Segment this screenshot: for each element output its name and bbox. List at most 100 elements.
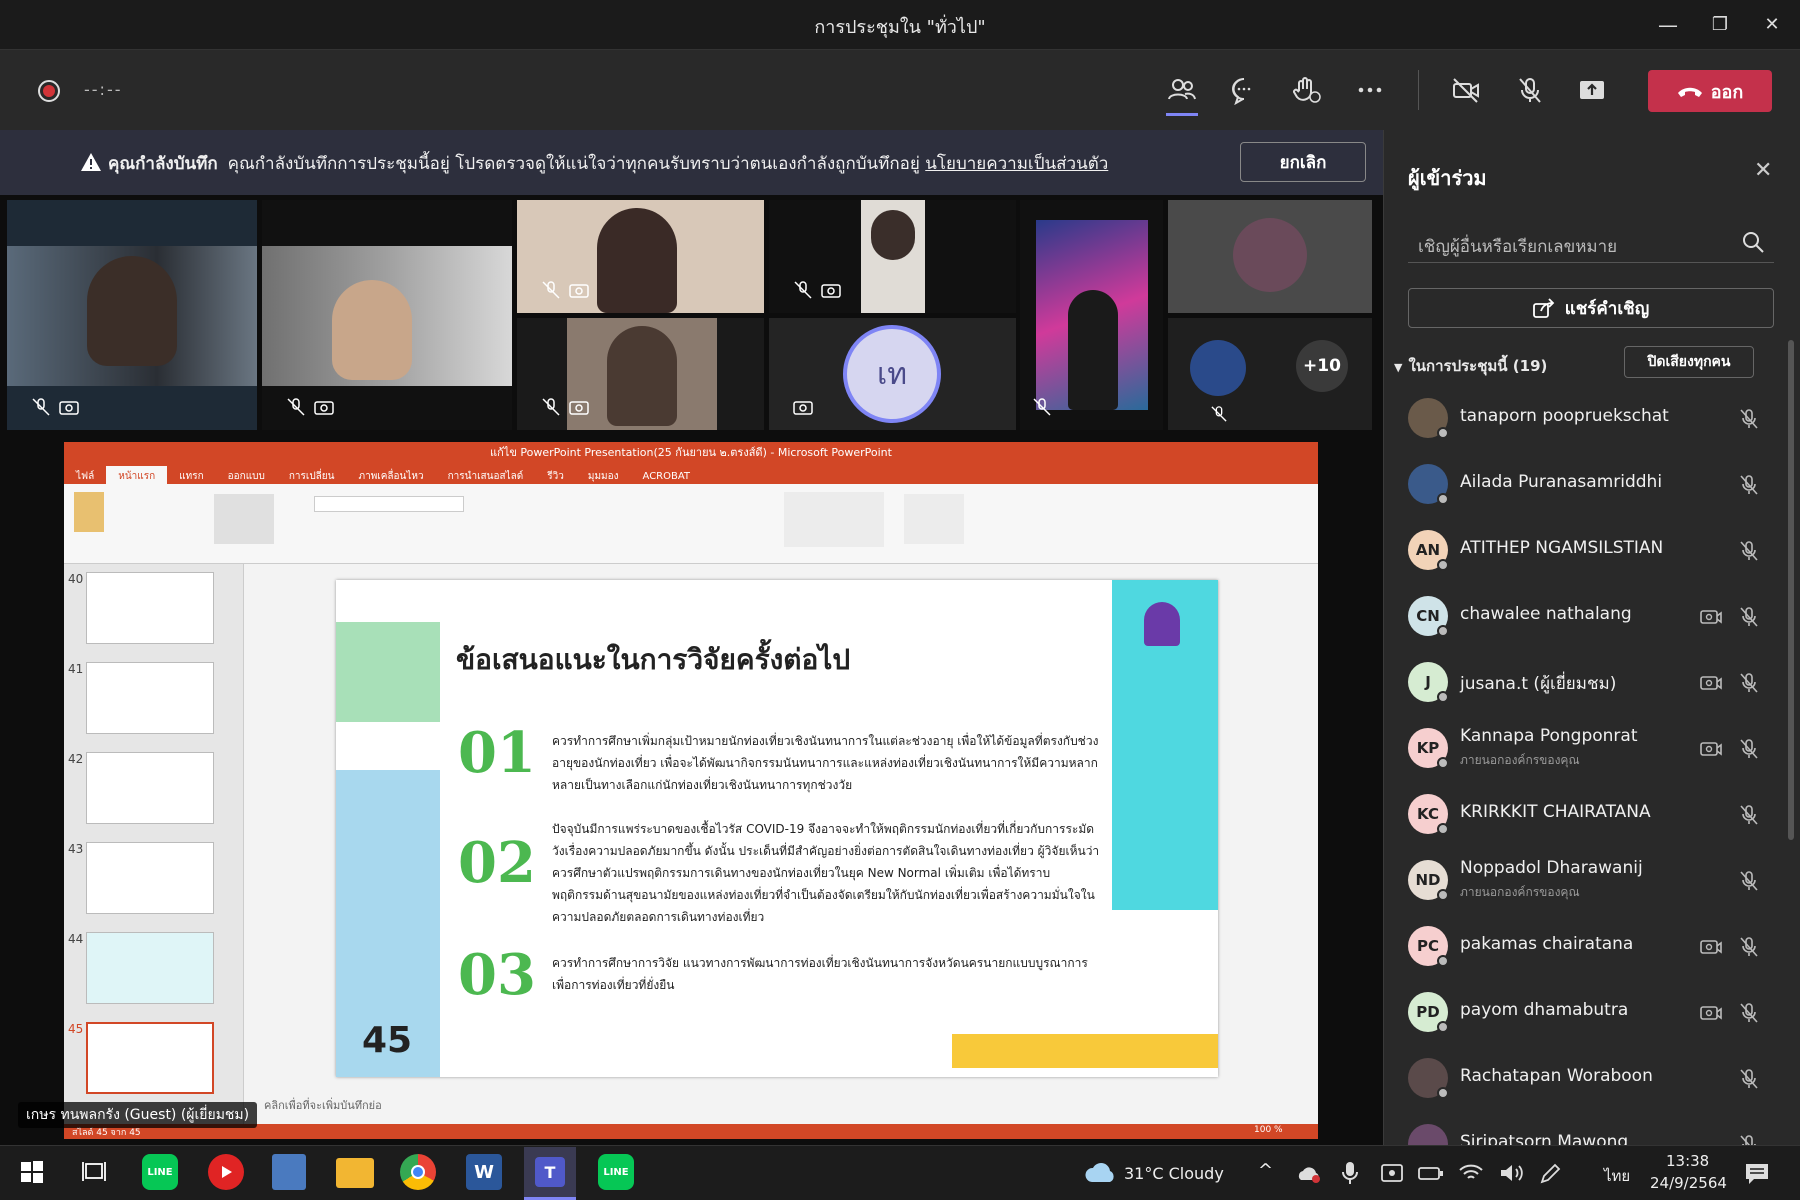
muted-mic-icon[interactable] xyxy=(1738,936,1760,958)
cloud-icon xyxy=(1085,1163,1114,1182)
avatar xyxy=(1408,398,1449,439)
onedrive-icon[interactable] xyxy=(1296,1164,1322,1184)
pinned-video-icon xyxy=(569,284,589,298)
participant-name: chawalee nathalang xyxy=(1460,604,1632,624)
muted-mic-icon[interactable] xyxy=(1738,1068,1760,1090)
video-tile[interactable] xyxy=(769,200,1016,313)
wifi-icon[interactable] xyxy=(1458,1162,1484,1184)
participant-row[interactable]: KC KRIRKKIT CHAIRATANA xyxy=(1408,788,1768,844)
more-options-button[interactable] xyxy=(1348,70,1392,110)
video-tile[interactable] xyxy=(517,200,764,313)
video-tile[interactable] xyxy=(1020,200,1163,430)
security-icon[interactable] xyxy=(1380,1162,1404,1184)
panel-scrollbar[interactable] xyxy=(1788,340,1794,840)
line-app-icon[interactable]: LINE xyxy=(598,1154,634,1190)
presence-status-icon xyxy=(1437,757,1449,769)
pen-icon[interactable] xyxy=(1538,1162,1562,1186)
muted-mic-icon[interactable] xyxy=(1738,540,1760,562)
presence-status-icon xyxy=(1437,889,1449,901)
weather-widget[interactable]: 31°C Cloudy xyxy=(1124,1164,1224,1183)
video-tile[interactable] xyxy=(262,200,512,430)
muted-mic-icon[interactable] xyxy=(1738,738,1760,760)
shared-screen[interactable]: แก้ไข PowerPoint Presentation(25 กันยายน… xyxy=(64,442,1318,1139)
start-button[interactable] xyxy=(12,1152,52,1192)
slide-thumbnail[interactable] xyxy=(86,572,214,644)
slide-thumbnail[interactable] xyxy=(86,752,214,824)
chat-button[interactable] xyxy=(1222,70,1266,110)
video-tile[interactable] xyxy=(517,318,764,430)
muted-mic-icon[interactable] xyxy=(1738,804,1760,826)
cancel-recording-button[interactable]: ยกเลิก xyxy=(1240,142,1366,182)
muted-mic-icon[interactable] xyxy=(1738,606,1760,628)
muted-mic-icon[interactable] xyxy=(1738,408,1760,430)
battery-icon[interactable] xyxy=(1418,1164,1444,1182)
overflow-tile[interactable]: +10 xyxy=(1270,318,1372,430)
slide-thumbnail[interactable] xyxy=(86,842,214,914)
reactions-button[interactable] xyxy=(1284,70,1328,110)
participant-row[interactable]: CN chawalee nathalang xyxy=(1408,590,1768,646)
recording-banner: คุณกำลังบันทึก คุณกำลังบันทึกการประชุมนี้… xyxy=(0,130,1383,195)
search-icon[interactable] xyxy=(1741,230,1765,254)
avatar-tile[interactable] xyxy=(1168,200,1372,313)
slide-thumbnail-active[interactable] xyxy=(86,1022,214,1094)
participant-row[interactable]: Rachatapan Woraboon xyxy=(1408,1052,1768,1108)
microphone-tray-icon[interactable] xyxy=(1340,1160,1360,1186)
file-explorer-icon[interactable] xyxy=(336,1158,374,1188)
initials-tile[interactable]: เท xyxy=(769,318,1016,430)
muted-mic-icon[interactable] xyxy=(1738,474,1760,496)
in-meeting-header[interactable]: ▼ ในการประชุมนี้ (19) xyxy=(1394,354,1547,378)
video-tile[interactable] xyxy=(7,200,257,430)
participant-row[interactable]: ND Noppadol Dharawanij ภายนอกองค์กรของคุณ xyxy=(1408,854,1768,910)
minimize-button[interactable]: — xyxy=(1648,10,1688,40)
chevron-down-icon: ▼ xyxy=(1394,361,1403,374)
task-view-button[interactable] xyxy=(74,1152,114,1192)
item-number: 03 xyxy=(458,942,536,1008)
restore-button[interactable]: ❐ xyxy=(1700,10,1740,40)
participant-name: Ailada Puranasamriddhi xyxy=(1460,472,1663,492)
leave-button[interactable]: ออก xyxy=(1648,70,1772,112)
mic-toggle-button[interactable] xyxy=(1508,70,1552,110)
avatar-tile[interactable] xyxy=(1168,318,1270,430)
slide-thumbnail[interactable] xyxy=(86,932,214,1004)
muted-mic-icon[interactable] xyxy=(1738,870,1760,892)
thumb-number: 44 xyxy=(68,932,84,946)
clock-time[interactable]: 13:38 xyxy=(1666,1152,1709,1170)
calculator-icon[interactable] xyxy=(272,1154,306,1190)
participant-row[interactable]: tanaporn poopruekschat xyxy=(1408,392,1768,448)
meeting-timer: --:-- xyxy=(84,80,123,99)
volume-icon[interactable] xyxy=(1498,1162,1524,1184)
close-window-button[interactable]: ✕ xyxy=(1752,10,1792,40)
participant-row[interactable]: PC pakamas chairatana xyxy=(1408,920,1768,976)
presence-status-icon xyxy=(1437,493,1449,505)
recording-heading: คุณกำลังบันทึก xyxy=(108,154,218,174)
media-player-icon[interactable] xyxy=(208,1154,244,1190)
participant-row[interactable]: PD payom dhamabutra xyxy=(1408,986,1768,1042)
clock-date[interactable]: 24/9/2564 xyxy=(1650,1174,1727,1192)
more-icon xyxy=(1358,87,1382,93)
muted-mic-icon[interactable] xyxy=(1738,1002,1760,1024)
invite-search-input[interactable]: เชิญผู้อื่นหรือเรียกเลขหมาย xyxy=(1408,223,1774,263)
close-panel-button[interactable]: ✕ xyxy=(1754,158,1772,183)
privacy-policy-link[interactable]: นโยบายความเป็นส่วนตัว xyxy=(925,154,1108,174)
share-invite-button[interactable]: แชร์คำเชิญ xyxy=(1408,288,1774,328)
participants-button[interactable] xyxy=(1160,70,1204,110)
input-language[interactable]: ไทย xyxy=(1604,1164,1630,1188)
word-icon[interactable]: W xyxy=(466,1154,502,1190)
participant-row[interactable]: KP Kannapa Pongponrat ภายนอกองค์กรของคุณ xyxy=(1408,722,1768,778)
muted-mic-icon[interactable] xyxy=(1738,672,1760,694)
participant-name: pakamas chairatana xyxy=(1460,934,1634,954)
avatar: KC xyxy=(1408,794,1449,835)
participant-row[interactable]: Jjusana.t (ผู้เยี่ยมชม) xyxy=(1408,656,1768,712)
notifications-icon[interactable] xyxy=(1744,1162,1770,1186)
teams-taskbar-button[interactable]: T xyxy=(524,1147,576,1200)
participant-row[interactable]: Ailada Puranasamriddhi xyxy=(1408,458,1768,514)
notes-placeholder[interactable]: คลิกเพื่อที่จะเพิ่มบันทึกย่อ xyxy=(264,1096,382,1114)
participant-row[interactable]: AN ATITHEP NGAMSILSTIAN xyxy=(1408,524,1768,580)
share-content-button[interactable] xyxy=(1570,70,1614,110)
line-app-icon[interactable]: LINE xyxy=(142,1154,178,1190)
chrome-icon[interactable] xyxy=(400,1154,436,1190)
chevron-up-icon[interactable]: ^ xyxy=(1258,1160,1273,1181)
slide-thumbnail[interactable] xyxy=(86,662,214,734)
camera-toggle-button[interactable] xyxy=(1444,70,1488,110)
mute-all-button[interactable]: ปิดเสียงทุกคน xyxy=(1624,346,1754,378)
